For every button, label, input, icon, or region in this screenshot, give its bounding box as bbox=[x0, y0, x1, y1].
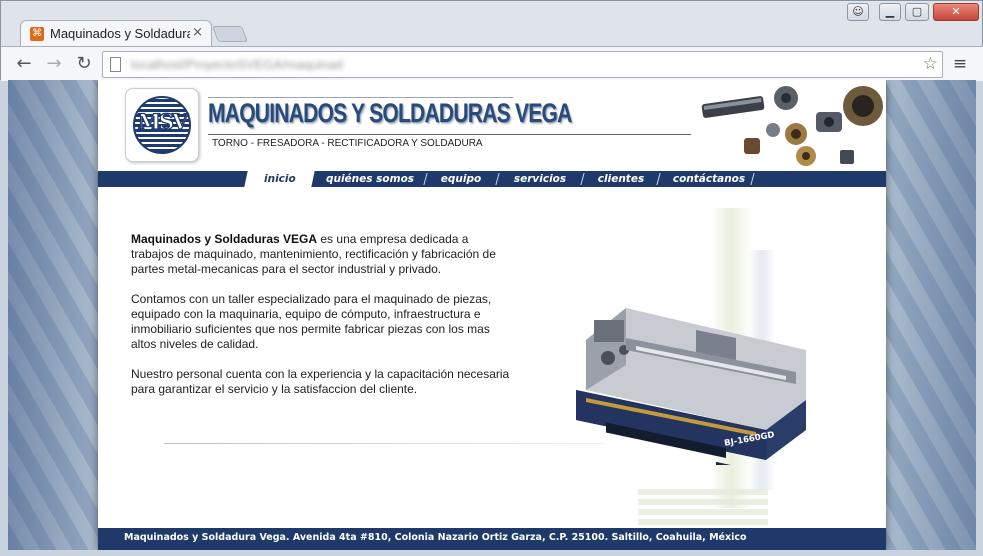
forward-arrow-icon[interactable]: → bbox=[43, 53, 65, 75]
lathe-machine-image: BJ-1660GD bbox=[576, 308, 806, 465]
intro-text: Maquinados y Soldaduras VEGA es una empr… bbox=[131, 232, 511, 412]
intro-paragraph-3: Nuestro personal cuenta con la experienc… bbox=[131, 367, 510, 396]
small-nut-part bbox=[766, 123, 780, 137]
maximize-button[interactable]: ▢ bbox=[905, 3, 929, 21]
new-tab-button[interactable] bbox=[212, 26, 248, 42]
nav-separator bbox=[656, 173, 661, 185]
header-rule bbox=[208, 134, 691, 135]
logo[interactable]: MSV bbox=[125, 88, 199, 162]
content-divider bbox=[164, 443, 604, 444]
company-name-inline: Maquinados y Soldaduras VEGA bbox=[131, 232, 318, 246]
nav-separator bbox=[423, 173, 428, 185]
footer: Maquinados y Soldadura Vega. Avenida 4ta… bbox=[98, 528, 886, 550]
main-nav: inicio quiénes somos equipo servicios cl… bbox=[98, 171, 886, 187]
intro-paragraph-2: Contamos con un taller especializado par… bbox=[131, 292, 492, 351]
back-arrow-icon[interactable]: ← bbox=[13, 53, 35, 75]
footer-address: Maquinados y Soldadura Vega. Avenida 4ta… bbox=[124, 532, 747, 543]
machined-parts-image bbox=[701, 86, 883, 166]
url-text[interactable]: localhost/ProyectoSVEGA/maquinad bbox=[131, 57, 343, 72]
close-window-button[interactable]: ✕ bbox=[933, 3, 979, 21]
browser-toolbar: ← → ↻ localhost/ProyectoSVEGA/maquinad ☆… bbox=[1, 46, 983, 81]
coupling-part bbox=[744, 138, 760, 154]
star-icon[interactable]: ☆ bbox=[923, 54, 938, 74]
nav-servicios[interactable]: servicios bbox=[504, 171, 576, 187]
nav-separator bbox=[495, 173, 500, 185]
nav-inicio[interactable]: inicio bbox=[244, 171, 315, 187]
tab-title: Maquinados y Soldadura bbox=[50, 26, 190, 41]
browser-tab[interactable]: ⌘ Maquinados y Soldadura × bbox=[20, 20, 212, 47]
intro-paragraph-1: Maquinados y Soldaduras VEGA es una empr… bbox=[131, 232, 496, 276]
nav-clientes[interactable]: clientes bbox=[588, 171, 654, 187]
close-tab-icon[interactable]: × bbox=[192, 25, 203, 40]
bolt-part bbox=[701, 96, 765, 118]
logo-text: MSV bbox=[137, 108, 189, 134]
tagline: TORNO - FRESADORA - RECTIFICADORA Y SOLD… bbox=[212, 138, 483, 149]
tab-strip: ⌘ Maquinados y Soldadura × ☺ ▁ ▢ ✕ bbox=[1, 1, 983, 47]
page-viewport: MSV MAQUINADOS Y SOLDADURAS VEGA TORNO -… bbox=[8, 80, 976, 550]
nav-separator bbox=[580, 173, 585, 185]
browser-window: ⌘ Maquinados y Soldadura × ☺ ▁ ▢ ✕ ← → ↻… bbox=[0, 0, 983, 81]
address-bar[interactable]: localhost/ProyectoSVEGA/maquinad ☆ bbox=[102, 51, 943, 78]
site-container: MSV MAQUINADOS Y SOLDADURAS VEGA TORNO -… bbox=[98, 80, 886, 550]
page-icon bbox=[110, 57, 121, 72]
reload-icon[interactable]: ↻ bbox=[73, 53, 95, 75]
nav-quienes-somos[interactable]: quiénes somos bbox=[320, 171, 420, 187]
xampp-icon: ⌘ bbox=[30, 27, 44, 41]
minimize-button[interactable]: ▁ bbox=[879, 3, 901, 21]
decorative-floor bbox=[638, 485, 768, 525]
user-icon[interactable]: ☺ bbox=[847, 3, 869, 21]
nav-equipo[interactable]: equipo bbox=[430, 171, 492, 187]
company-name: MAQUINADOS Y SOLDADURAS VEGA bbox=[208, 98, 572, 128]
nav-contactanos[interactable]: contáctanos bbox=[664, 171, 754, 187]
hamburger-menu-icon[interactable]: ≡ bbox=[950, 53, 970, 75]
